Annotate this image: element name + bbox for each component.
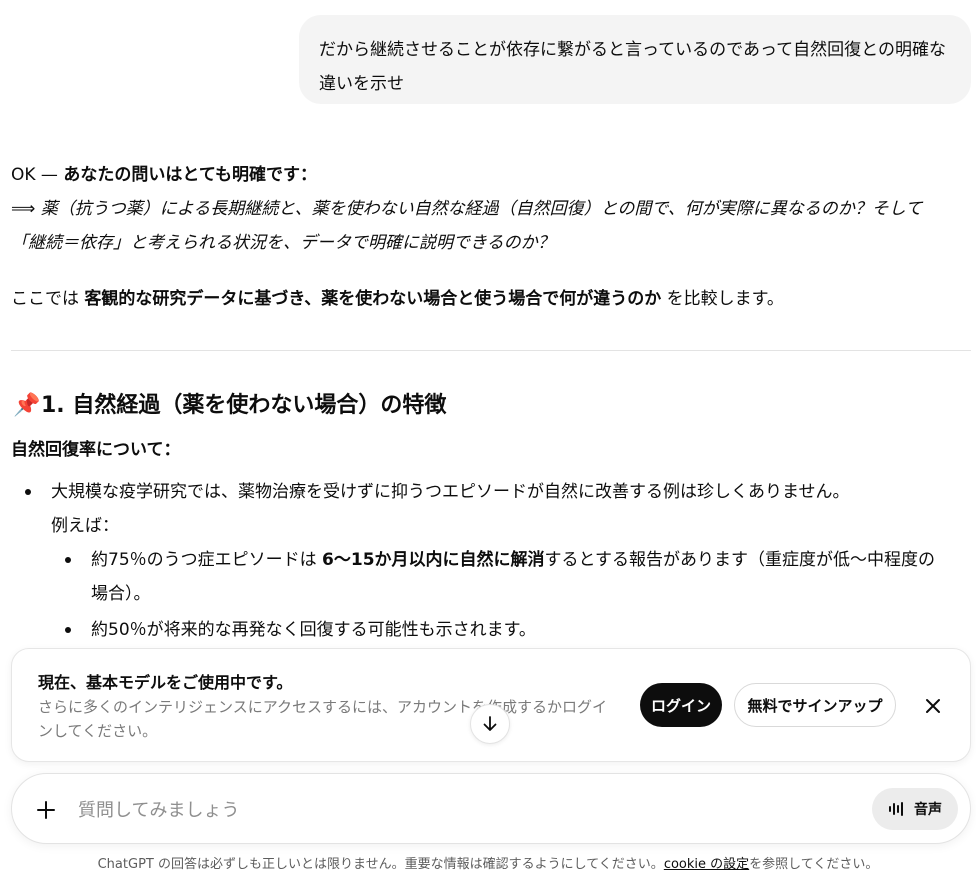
intro-line: OK — あなたの問いはとても明確です： bbox=[11, 158, 317, 192]
bullet-dot bbox=[25, 489, 31, 495]
sub1-bold: 6〜15か月以内に自然に解消 bbox=[322, 550, 545, 570]
section-heading: 📌1. 自然経過（薬を使わない場合）の特徴 bbox=[13, 386, 446, 426]
attach-button[interactable] bbox=[32, 796, 60, 824]
banner-title: 現在、基本モデルをご使用中です。 bbox=[38, 673, 293, 692]
intro-prefix: OK — bbox=[11, 165, 64, 185]
sub1-suffix: するとする報告があります（重症度が低〜中程度の bbox=[544, 550, 936, 570]
sub-list-item: 約75％のうつ症エピソードは 6〜15か月以内に自然に解消するとする報告がありま… bbox=[91, 543, 935, 577]
footer-disclaimer: ChatGPT の回答は必ずしも正しいとは限りません。重要な情報は確認するように… bbox=[0, 853, 976, 872]
restate-line-1: ⟹ 薬（抗うつ薬）による長期継続と、薬を使わない自然な経過（自然回復）との間で、… bbox=[11, 199, 923, 219]
sub1-prefix: 約75％のうつ症エピソードは bbox=[91, 550, 323, 570]
plus-icon bbox=[37, 801, 55, 819]
restate-line-2: 「継続＝依存」と考えられる状況を、データで明確に説明できるのか？ bbox=[11, 233, 555, 253]
arrow-down-icon bbox=[483, 716, 497, 731]
login-button[interactable]: ログイン bbox=[640, 683, 722, 727]
list-item: 大規模な疫学研究では、薬物治療を受けずに抑うつエピソードが自然に改善する例は珍し… bbox=[51, 482, 850, 502]
prompt-input[interactable] bbox=[76, 794, 860, 826]
banner-description: さらに多くのインテリジェンスにアクセスするには、アカウントを作成するかログインし… bbox=[38, 698, 607, 740]
compare-line: ここでは 客観的な研究データに基づき、薬を使わない場合と使う場合で何が違うのか … bbox=[11, 282, 784, 316]
bullet-dot bbox=[65, 627, 71, 633]
signup-button[interactable]: 無料でサインアップ bbox=[734, 683, 896, 727]
close-button[interactable] bbox=[916, 689, 950, 723]
voice-button[interactable]: 音声 bbox=[872, 788, 958, 830]
section-title: 1. 自然経過（薬を使わない場合）の特徴 bbox=[41, 393, 447, 418]
compare-prefix: ここでは bbox=[11, 289, 85, 309]
waveform-icon bbox=[889, 802, 903, 816]
composer: 音声 bbox=[11, 773, 971, 844]
scroll-to-bottom-button[interactable] bbox=[470, 704, 510, 744]
cookie-settings-link[interactable]: cookie の設定 bbox=[664, 857, 749, 872]
section-divider bbox=[11, 350, 971, 351]
close-icon bbox=[926, 699, 940, 713]
subheading: 自然回復率について： bbox=[11, 440, 181, 460]
compare-bold: 客観的な研究データに基づき、薬を使わない場合と使う場合で何が違うのか bbox=[84, 289, 662, 309]
user-message-bubble: だから継続させることが依存に繋がると言っているのであって自然回復との明確な違いを… bbox=[299, 15, 971, 104]
intro-bold: あなたの問いはとても明確です： bbox=[63, 165, 317, 185]
compare-suffix: を比較します。 bbox=[661, 289, 784, 309]
footer-text-after: を参照してください。 bbox=[749, 857, 879, 872]
footer-text: ChatGPT の回答は必ずしも正しいとは限りません。重要な情報は確認するように… bbox=[97, 857, 664, 872]
pushpin-icon: 📌 bbox=[13, 393, 41, 418]
list-item-continuation: 例えば： bbox=[51, 516, 119, 536]
sub-list-item-continuation: 場合）。 bbox=[91, 584, 151, 604]
bullet-dot bbox=[65, 557, 71, 563]
user-message-text: だから継続させることが依存に繋がると言っているのであって自然回復との明確な違いを… bbox=[319, 40, 946, 94]
sub-list-item: 約50％が将来的な再発なく回復する可能性も示されます。 bbox=[91, 620, 536, 640]
voice-label: 音声 bbox=[914, 802, 942, 818]
